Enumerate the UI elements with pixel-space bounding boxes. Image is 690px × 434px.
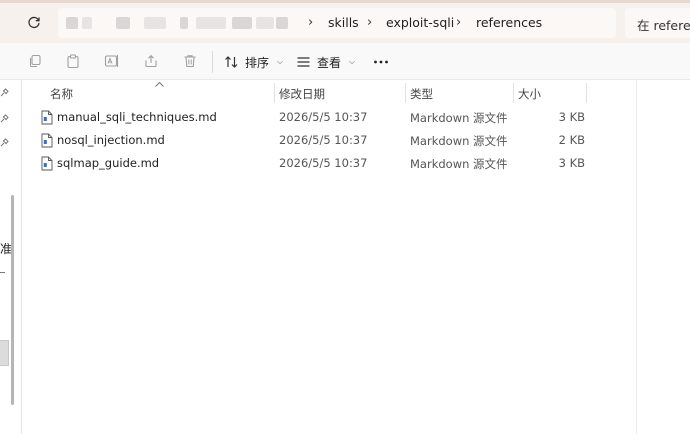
- file-type: Markdown 源文件: [410, 134, 508, 148]
- search-placeholder: 在 references 中搜索: [637, 18, 690, 33]
- breadcrumb-chevron-icon: ›: [308, 15, 314, 30]
- markdown-file-icon: [41, 133, 53, 148]
- redacted-path-segment: [232, 17, 252, 29]
- column-divider[interactable]: [513, 83, 514, 103]
- file-size: 2 KB: [558, 133, 585, 147]
- copy-icon[interactable]: [26, 52, 44, 70]
- address-bar[interactable]: › skills › exploit-sqli › references: [58, 8, 616, 38]
- breadcrumb-item[interactable]: references: [476, 15, 542, 30]
- redacted-path-segment: [66, 17, 78, 29]
- redacted-path-segment: [256, 17, 274, 29]
- view-icon: [297, 57, 310, 67]
- rename-icon[interactable]: [103, 52, 121, 70]
- preview-pane: [636, 80, 690, 434]
- column-divider[interactable]: [274, 83, 275, 103]
- window-top-edge: [0, 0, 690, 3]
- redacted-path-segment: [82, 17, 92, 29]
- chevron-down-icon: ⌵: [277, 57, 284, 66]
- refresh-button[interactable]: [22, 12, 46, 34]
- sort-icon: [225, 56, 238, 68]
- view-label: 查看: [317, 55, 342, 70]
- breadcrumb-item[interactable]: exploit-sqli: [386, 15, 454, 30]
- command-bar: 排序 ⌵ 查看 ⌵: [0, 43, 690, 80]
- nav-scrollbar[interactable]: [11, 195, 14, 405]
- file-type: Markdown 源文件: [410, 157, 508, 171]
- breadcrumb-chevron-icon: ›: [367, 15, 373, 30]
- redacted-path-segment: [144, 17, 166, 29]
- nav-divider: [0, 272, 5, 273]
- column-header-date[interactable]: 修改日期: [279, 86, 325, 102]
- refresh-icon: [28, 16, 40, 29]
- file-size: 3 KB: [558, 156, 585, 170]
- breadcrumb-chevron-icon: ›: [456, 15, 462, 30]
- file-date: 2026/5/5 10:37: [279, 133, 368, 147]
- more-button[interactable]: [370, 51, 392, 73]
- chevron-down-icon: ⌵: [349, 57, 356, 66]
- file-type: Markdown 源文件: [410, 111, 508, 125]
- search-input[interactable]: 在 references 中搜索: [625, 8, 690, 38]
- file-size: 3 KB: [558, 110, 585, 124]
- column-divider[interactable]: [405, 83, 406, 103]
- redacted-path-segment: [116, 17, 130, 29]
- column-header-name[interactable]: 名称: [50, 86, 73, 102]
- delete-icon[interactable]: [181, 52, 199, 70]
- file-name: manual_sqli_techniques.md: [57, 110, 217, 124]
- navigation-pane: 准: [0, 80, 22, 434]
- address-row: › skills › exploit-sqli › references 在 r…: [0, 0, 690, 43]
- markdown-file-icon: [41, 110, 53, 125]
- pin-icon[interactable]: [0, 138, 10, 148]
- redacted-path-segment: [196, 17, 226, 29]
- paste-icon[interactable]: [64, 52, 82, 70]
- file-date: 2026/5/5 10:37: [279, 110, 368, 124]
- sort-ascending-icon: [155, 81, 164, 87]
- column-header-type[interactable]: 类型: [410, 86, 433, 102]
- sort-button[interactable]: 排序 ⌵: [224, 51, 283, 73]
- view-button[interactable]: 查看 ⌵: [296, 51, 355, 73]
- more-icon: [374, 60, 388, 64]
- file-name: nosql_injection.md: [57, 133, 165, 147]
- file-row[interactable]: nosql_injection.md 2026/5/5 10:37 Markdo…: [37, 129, 597, 152]
- nav-selected-item[interactable]: [0, 340, 9, 366]
- pin-icon[interactable]: [0, 88, 10, 98]
- file-date: 2026/5/5 10:37: [279, 156, 368, 170]
- share-icon[interactable]: [142, 52, 160, 70]
- redacted-path-segment: [180, 17, 188, 29]
- toolbar-divider: [212, 51, 213, 73]
- column-header-size[interactable]: 大小: [518, 86, 541, 102]
- file-row[interactable]: sqlmap_guide.md 2026/5/5 10:37 Markdown …: [37, 152, 597, 175]
- file-name: sqlmap_guide.md: [57, 156, 160, 170]
- redacted-path-segment: [276, 17, 288, 29]
- breadcrumb-item[interactable]: skills: [328, 15, 359, 30]
- file-list: 名称 修改日期 类型 大小 manual_sqli_techniques.md …: [23, 80, 636, 434]
- markdown-file-icon: [41, 156, 53, 171]
- sort-label: 排序: [245, 55, 270, 70]
- pin-icon[interactable]: [0, 114, 10, 124]
- column-divider[interactable]: [586, 83, 587, 103]
- file-row[interactable]: manual_sqli_techniques.md 2026/5/5 10:37…: [37, 106, 597, 129]
